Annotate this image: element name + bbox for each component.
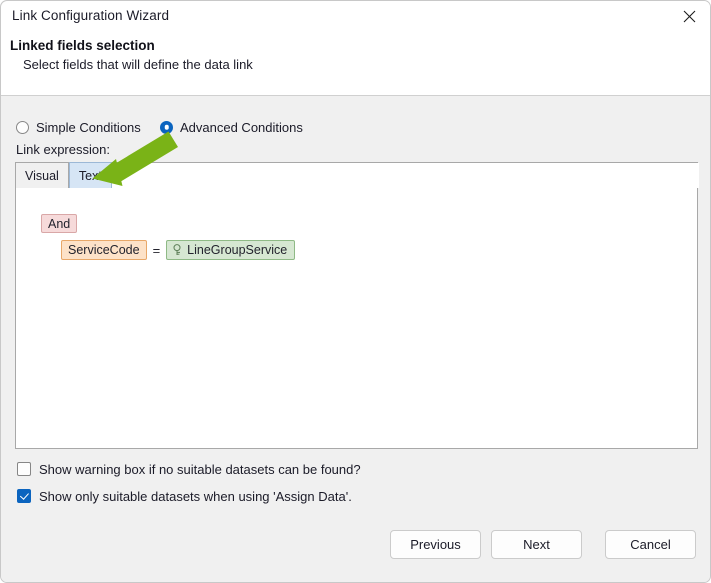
radio-advanced-conditions[interactable]: Advanced Conditions — [160, 117, 303, 137]
tab-text[interactable]: Text — [68, 162, 112, 188]
dialog-header: Link Configuration Wizard Linked fields … — [1, 1, 710, 96]
key-icon — [172, 244, 182, 256]
condition-value-label: LineGroupService — [187, 243, 288, 257]
dialog-body: Simple Conditions Advanced Conditions Li… — [1, 97, 710, 582]
condition-value-chip[interactable]: LineGroupService — [166, 240, 296, 260]
close-icon — [683, 10, 696, 23]
page-subtitle: Select fields that will define the data … — [23, 57, 253, 72]
window-title: Link Configuration Wizard — [12, 8, 170, 23]
close-button[interactable] — [666, 1, 710, 32]
previous-button[interactable]: Previous — [390, 530, 481, 559]
expression-condition-row: ServiceCode = LineGroupService — [61, 240, 296, 260]
expression-operator-node[interactable]: And — [41, 214, 78, 233]
dialog-footer: Previous Next Cancel — [1, 530, 710, 582]
link-expression-panel: Visual Text And ServiceCode = LineGroupS… — [15, 162, 699, 449]
page-title: Linked fields selection — [10, 38, 155, 53]
link-configuration-wizard-dialog: Link Configuration Wizard Linked fields … — [0, 0, 711, 583]
expression-tabstrip: Visual Text — [16, 162, 699, 188]
condition-field-chip[interactable]: ServiceCode — [61, 240, 147, 260]
checkbox-show-only-suitable-datasets-label: Show only suitable datasets when using '… — [39, 488, 352, 504]
checkbox-show-warning-box[interactable]: Show warning box if no suitable datasets… — [17, 460, 361, 478]
checkbox-show-warning-box-label: Show warning box if no suitable datasets… — [39, 461, 361, 477]
link-expression-label: Link expression: — [16, 142, 110, 157]
checkbox-unchecked-icon — [17, 462, 31, 476]
radio-simple-conditions[interactable]: Simple Conditions — [16, 117, 141, 137]
radio-off-icon — [16, 120, 29, 134]
tab-text-label: Text — [78, 168, 102, 183]
condition-mode-group: Simple Conditions Advanced Conditions — [1, 117, 710, 137]
next-button[interactable]: Next — [491, 530, 582, 559]
tab-visual[interactable]: Visual — [16, 163, 69, 188]
tab-visual-label: Visual — [25, 168, 59, 183]
tabstrip-filler — [111, 163, 699, 188]
cancel-button[interactable]: Cancel — [605, 530, 696, 559]
radio-on-icon — [160, 120, 173, 134]
checkbox-checked-icon — [17, 489, 31, 503]
condition-operator: = — [152, 242, 161, 258]
checkbox-show-only-suitable-datasets[interactable]: Show only suitable datasets when using '… — [17, 487, 352, 505]
radio-advanced-conditions-label: Advanced Conditions — [180, 119, 303, 135]
expression-canvas[interactable]: And ServiceCode = LineGroupService — [16, 188, 697, 448]
radio-simple-conditions-label: Simple Conditions — [36, 119, 141, 135]
